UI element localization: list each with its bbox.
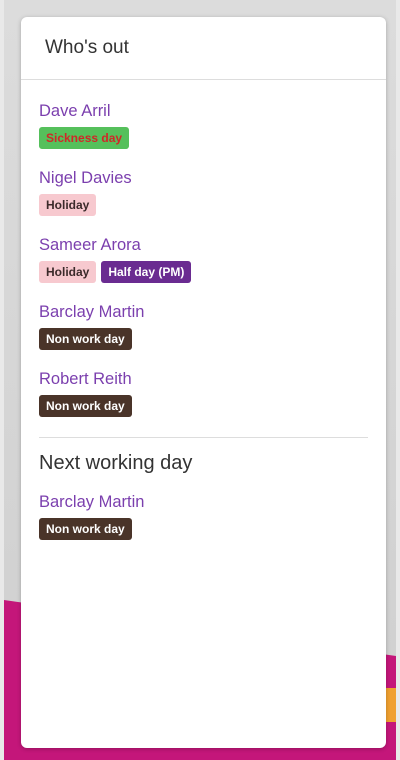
status-badges: Non work day — [39, 395, 368, 417]
holiday-badge: Holiday — [39, 194, 97, 216]
nonwork-badge: Non work day — [39, 395, 132, 417]
person-item: Nigel Davies Holiday — [39, 169, 368, 216]
halfday-badge: Half day (PM) — [101, 261, 192, 283]
nonwork-badge: Non work day — [39, 328, 132, 350]
status-badges: Non work day — [39, 328, 368, 350]
sickness-badge: Sickness day — [39, 127, 130, 149]
person-name-link[interactable]: Nigel Davies — [39, 169, 368, 188]
person-name-link[interactable]: Sameer Arora — [39, 236, 368, 255]
whos-out-panel: Who's out Dave Arril Sickness day Nigel Da… — [21, 17, 386, 748]
person-name-link[interactable]: Robert Reith — [39, 370, 368, 389]
holiday-badge: Holiday — [39, 261, 97, 283]
person-name-link[interactable]: Dave Arril — [39, 102, 368, 121]
person-item: Robert Reith Non work day — [39, 370, 368, 417]
person-name-link[interactable]: Barclay Martin — [39, 493, 368, 512]
nonwork-badge: Non work day — [39, 518, 132, 540]
section-divider — [39, 437, 368, 438]
status-badges: Holiday — [39, 194, 368, 216]
people-list: Dave Arril Sickness day Nigel Davies Holida… — [39, 102, 368, 417]
panel-header: Who's out — [21, 17, 386, 80]
status-badges: Sickness day — [39, 127, 368, 149]
panel-body: Dave Arril Sickness day Nigel Davies Holida… — [21, 80, 386, 540]
next-working-day-title: Next working day — [39, 452, 193, 474]
person-item: Dave Arril Sickness day — [39, 102, 368, 149]
status-badges: Non work day — [39, 518, 368, 540]
status-badges: Holiday Half day (PM) — [39, 261, 368, 283]
person-item: Barclay Martin Non work day — [39, 303, 368, 350]
person-name-link[interactable]: Barclay Martin — [39, 303, 368, 322]
person-item: Sameer Arora Holiday Half day (PM) — [39, 236, 368, 283]
next-working-day-list: Barclay Martin Non work day — [39, 493, 368, 540]
person-item: Barclay Martin Non work day — [39, 493, 368, 540]
panel-title: Who's out — [45, 37, 129, 58]
